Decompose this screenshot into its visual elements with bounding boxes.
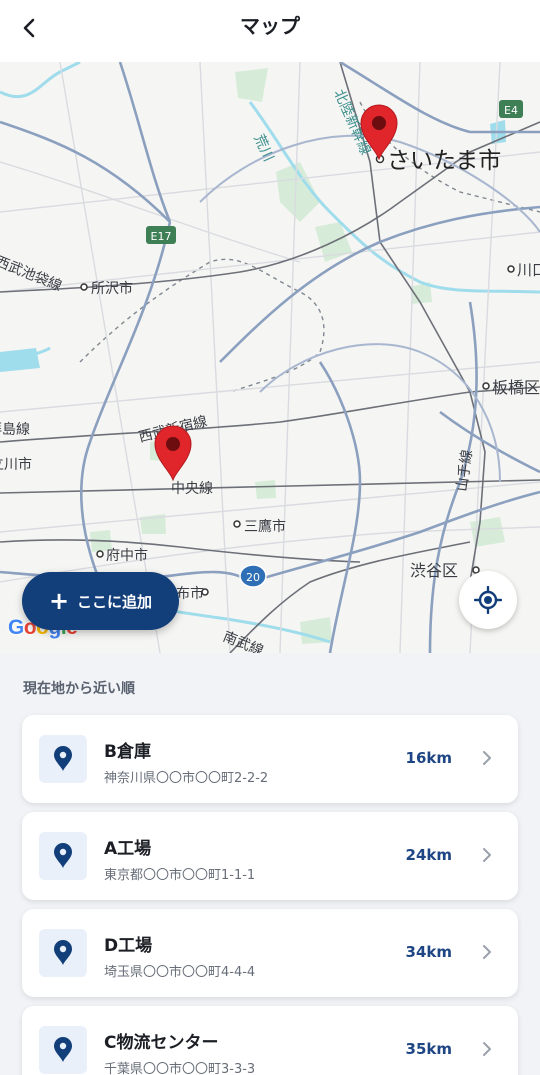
map-label-kawaguchi: 川口 — [517, 261, 540, 279]
location-icon-box — [39, 735, 87, 783]
location-distance: 34km — [405, 943, 452, 961]
route-20-label: 20 — [246, 571, 260, 584]
location-card[interactable]: C物流センター 千葉県〇〇市〇〇町3-3-3 35km — [22, 1006, 518, 1075]
map-label-chofu: 布市 — [176, 585, 204, 602]
location-card[interactable]: D工場 埼玉県〇〇市〇〇町4-4-4 34km — [22, 909, 518, 997]
location-address: 神奈川県〇〇市〇〇町2-2-2 — [104, 771, 269, 786]
location-name: C物流センター — [104, 1033, 219, 1053]
map-pin-icon — [360, 104, 398, 161]
list-heading: 現在地から近い順 — [23, 681, 135, 697]
map-label-mitaka: 三鷹市 — [244, 518, 286, 535]
location-card[interactable]: A工場 東京都〇〇市〇〇町1-1-1 24km — [22, 812, 518, 900]
location-pin-icon — [54, 1037, 72, 1062]
location-name: D工場 — [104, 936, 153, 956]
map-label-shibuya: 渋谷区 — [410, 561, 458, 580]
location-icon-box — [39, 1026, 87, 1074]
map-view[interactable]: E17 E4 20 さいたま市 所沢市 川口 板橋区 三鷹市 府中市 渋谷区 布 — [0, 62, 540, 653]
chevron-right-icon — [483, 848, 491, 862]
map-label-chuo-line: 中央線 — [171, 481, 213, 497]
map-pin-icon — [154, 425, 192, 482]
chevron-right-icon — [483, 945, 491, 959]
location-name: A工場 — [104, 839, 152, 859]
location-icon-box — [39, 832, 87, 880]
route-e4-label: E4 — [504, 104, 518, 117]
map-pin-saitama[interactable] — [358, 102, 400, 161]
location-address: 東京都〇〇市〇〇町1-1-1 — [104, 868, 256, 883]
map-pin-west[interactable] — [152, 423, 194, 482]
location-distance: 24km — [405, 846, 452, 864]
location-name: B倉庫 — [104, 742, 151, 762]
map-label-tokorozawa: 所沢市 — [91, 280, 133, 297]
map-label-arakawa: 荒川 — [250, 132, 276, 164]
plus-icon: + — [48, 587, 70, 615]
location-address: 埼玉県〇〇市〇〇町4-4-4 — [104, 965, 256, 980]
map-label-yamanote: 山手線 — [454, 449, 476, 493]
location-icon-box — [39, 929, 87, 977]
location-card[interactable]: B倉庫 神奈川県〇〇市〇〇町2-2-2 16km — [22, 715, 518, 803]
page-title: マップ — [240, 14, 300, 38]
location-pin-icon — [54, 940, 72, 965]
location-address: 千葉県〇〇市〇〇町3-3-3 — [104, 1062, 256, 1075]
location-distance: 16km — [405, 749, 452, 767]
location-distance: 35km — [405, 1040, 452, 1058]
add-here-button[interactable]: + ここに追加 — [22, 572, 179, 630]
map-label-tachikawa: 立川市 — [0, 456, 32, 473]
chevron-right-icon — [483, 1042, 491, 1056]
app-header: マップ — [0, 0, 540, 62]
location-pin-icon — [54, 746, 72, 771]
add-here-label: ここに追加 — [77, 592, 153, 611]
location-pin-icon — [54, 843, 72, 868]
map-label-itabashi: 板橋区 — [492, 378, 540, 397]
current-location-button[interactable] — [459, 571, 517, 629]
crosshair-icon — [474, 586, 502, 614]
chevron-right-icon — [483, 751, 491, 765]
route-e17-label: E17 — [151, 230, 172, 243]
map-label-fuchu: 府中市 — [106, 547, 148, 564]
map-label-nambu: 南武線 — [221, 629, 266, 653]
map-label-saitama: さいたま市 — [387, 148, 501, 174]
map-label-haijima: 拝島線 — [0, 422, 30, 438]
